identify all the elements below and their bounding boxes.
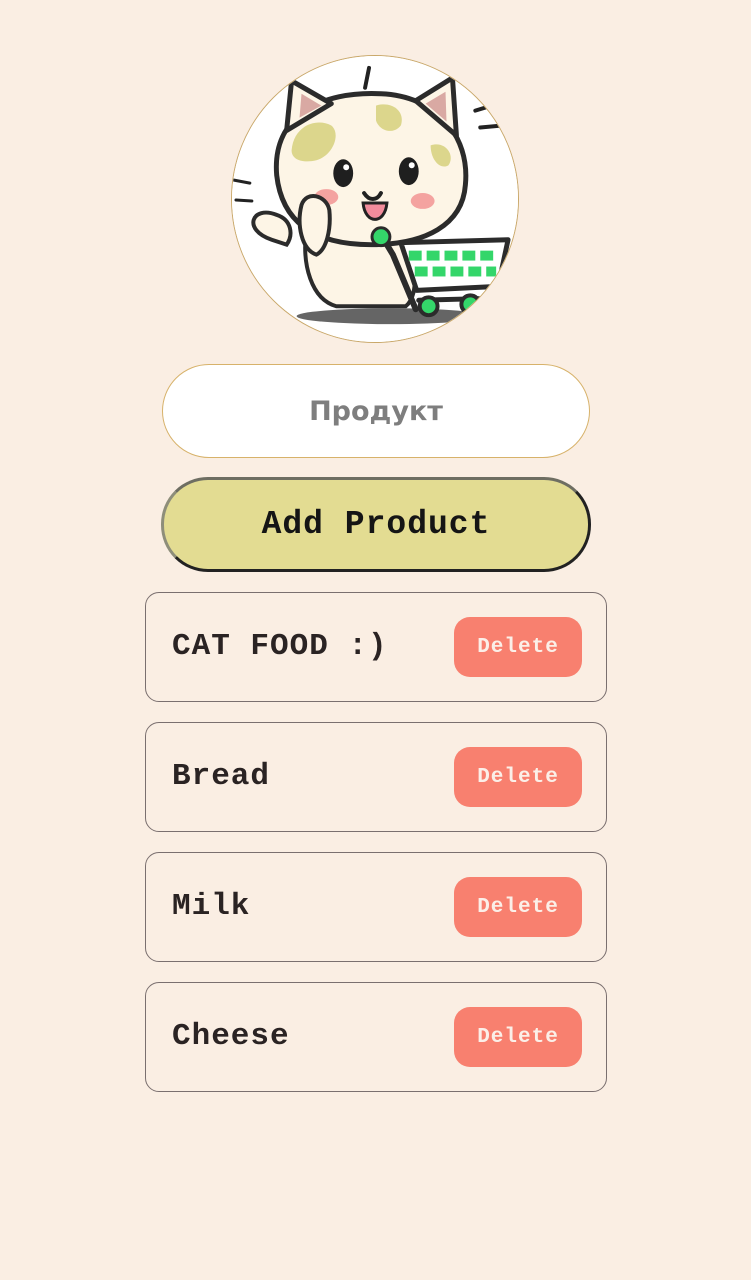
list-item: Bread Delete <box>145 722 607 832</box>
delete-button[interactable]: Delete <box>454 617 582 677</box>
list-item: Cheese Delete <box>145 982 607 1092</box>
list-item: Milk Delete <box>145 852 607 962</box>
product-list: CAT FOOD :) Delete Bread Delete Milk Del… <box>145 592 607 1112</box>
add-product-button[interactable]: Add Product <box>161 477 591 572</box>
item-name: CAT FOOD :) <box>172 629 388 664</box>
avatar <box>231 55 519 343</box>
product-input[interactable] <box>162 364 590 458</box>
cat-with-shopping-cart-icon <box>232 56 518 342</box>
list-item: CAT FOOD :) Delete <box>145 592 607 702</box>
delete-button[interactable]: Delete <box>454 877 582 937</box>
delete-button[interactable]: Delete <box>454 1007 582 1067</box>
delete-button[interactable]: Delete <box>454 747 582 807</box>
item-name: Milk <box>172 889 251 924</box>
item-name: Bread <box>172 759 271 794</box>
item-name: Cheese <box>172 1019 290 1054</box>
